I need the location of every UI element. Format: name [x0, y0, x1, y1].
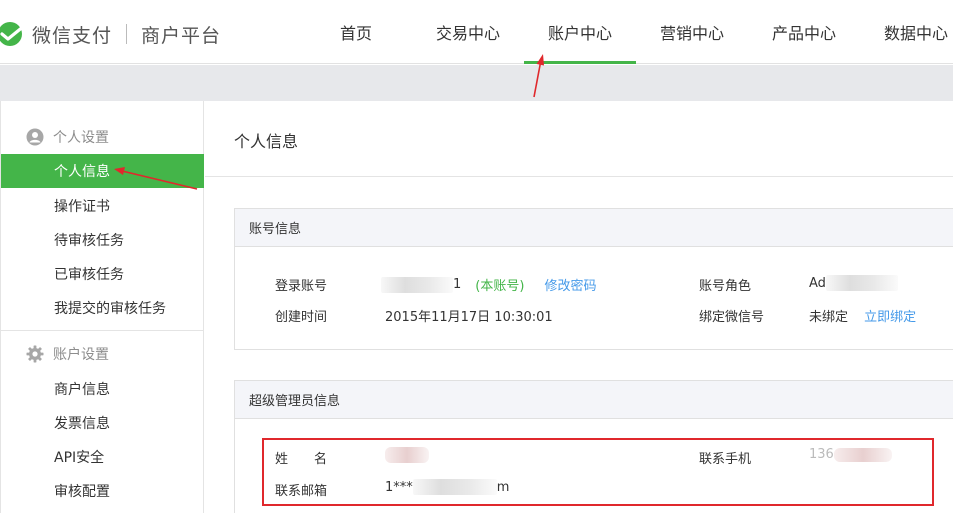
email-value: 1*** m [385, 479, 509, 495]
account-role-label: 账号角色 [699, 279, 752, 294]
account-role-head: Ad [809, 275, 826, 291]
top-nav: 首页 交易中心 账户中心 营销中心 产品中心 数据中心 [300, 0, 953, 64]
sidebar-group-label: 个人设置 [53, 130, 109, 146]
bound-wechat-label: 绑定微信号 [699, 310, 765, 325]
nav-products[interactable]: 产品中心 [748, 0, 860, 64]
nav-data[interactable]: 数据中心 [860, 0, 953, 64]
account-role-value: Ad [809, 275, 898, 291]
sidebar-item-review-config[interactable]: 审核配置 [1, 474, 204, 508]
change-password-link[interactable]: 修改密码 [544, 275, 596, 294]
sidebar-divider [1, 330, 204, 331]
nav-marketing[interactable]: 营销中心 [636, 0, 748, 64]
bind-now-link[interactable]: 立即绑定 [864, 310, 916, 325]
top-header: 微信支付 商户平台 首页 交易中心 账户中心 营销中心 产品中心 数据中心 [0, 0, 953, 64]
nav-transactions[interactable]: 交易中心 [412, 0, 524, 64]
card-heading: 超级管理员信息 [235, 381, 953, 419]
gear-icon [26, 345, 44, 363]
sidebar-group-account: 账户设置 [1, 337, 204, 371]
name-value [385, 447, 429, 467]
nav-account-center[interactable]: 账户中心 [524, 0, 636, 64]
platform-name: 商户平台 [141, 24, 222, 47]
email-head: 1*** [385, 479, 413, 495]
sidebar-item-certificate[interactable]: 操作证书 [1, 189, 204, 223]
wechat-pay-check-icon [0, 22, 26, 46]
sidebar-item-pending-review[interactable]: 待审核任务 [1, 223, 204, 257]
title-divider [205, 176, 953, 177]
card-heading: 账号信息 [235, 209, 953, 247]
email-label: 联系邮箱 [275, 484, 328, 499]
created-time-label: 创建时间 [275, 310, 328, 325]
sidebar-item-my-submissions[interactable]: 我提交的审核任务 [1, 291, 204, 325]
sidebar-item-reviewed[interactable]: 已审核任务 [1, 257, 204, 291]
sub-header-band [0, 65, 953, 101]
phone-label: 联系手机 [699, 452, 752, 467]
page-title: 个人信息 [234, 132, 299, 151]
login-account-value: 1 (本账号) 修改密码 [381, 275, 596, 294]
email-tail: m [496, 479, 510, 495]
brand-name: 微信支付 [32, 24, 113, 47]
redacted-text [825, 275, 898, 291]
sidebar: 个人设置 个人信息 操作证书 待审核任务 已审核任务 我提交的审核任务 账户设置… [0, 101, 204, 513]
redacted-text [381, 276, 453, 293]
bound-wechat-value: 未绑定 立即绑定 [809, 306, 916, 325]
sidebar-group-personal: 个人设置 [1, 120, 204, 154]
redacted-text [412, 479, 497, 495]
nav-home[interactable]: 首页 [300, 0, 412, 64]
phone-head: 136 [809, 447, 834, 462]
redacted-text [385, 447, 429, 463]
wechat-unbound-text: 未绑定 [809, 310, 849, 325]
logo[interactable]: 微信支付 商户平台 [0, 16, 221, 52]
created-time-value: 2015年11月17日 10:30:01 [385, 310, 553, 325]
redacted-text [833, 447, 892, 462]
sidebar-item-api-security[interactable]: API安全 [1, 440, 204, 474]
sidebar-group-label: 账户设置 [53, 347, 109, 363]
user-circle-icon [26, 128, 44, 146]
logo-divider [126, 24, 128, 44]
sidebar-item-merchant-info[interactable]: 商户信息 [1, 372, 204, 406]
sidebar-item-invoice-info[interactable]: 发票信息 [1, 406, 204, 440]
login-account-label: 登录账号 [275, 279, 328, 294]
phone-value: 136 [809, 447, 892, 462]
sidebar-item-personal-info[interactable]: 个人信息 [1, 154, 204, 188]
login-account-tail: 1 [453, 277, 462, 292]
this-account-note: (本账号) [475, 279, 525, 294]
name-label: 姓 名 [275, 452, 328, 467]
